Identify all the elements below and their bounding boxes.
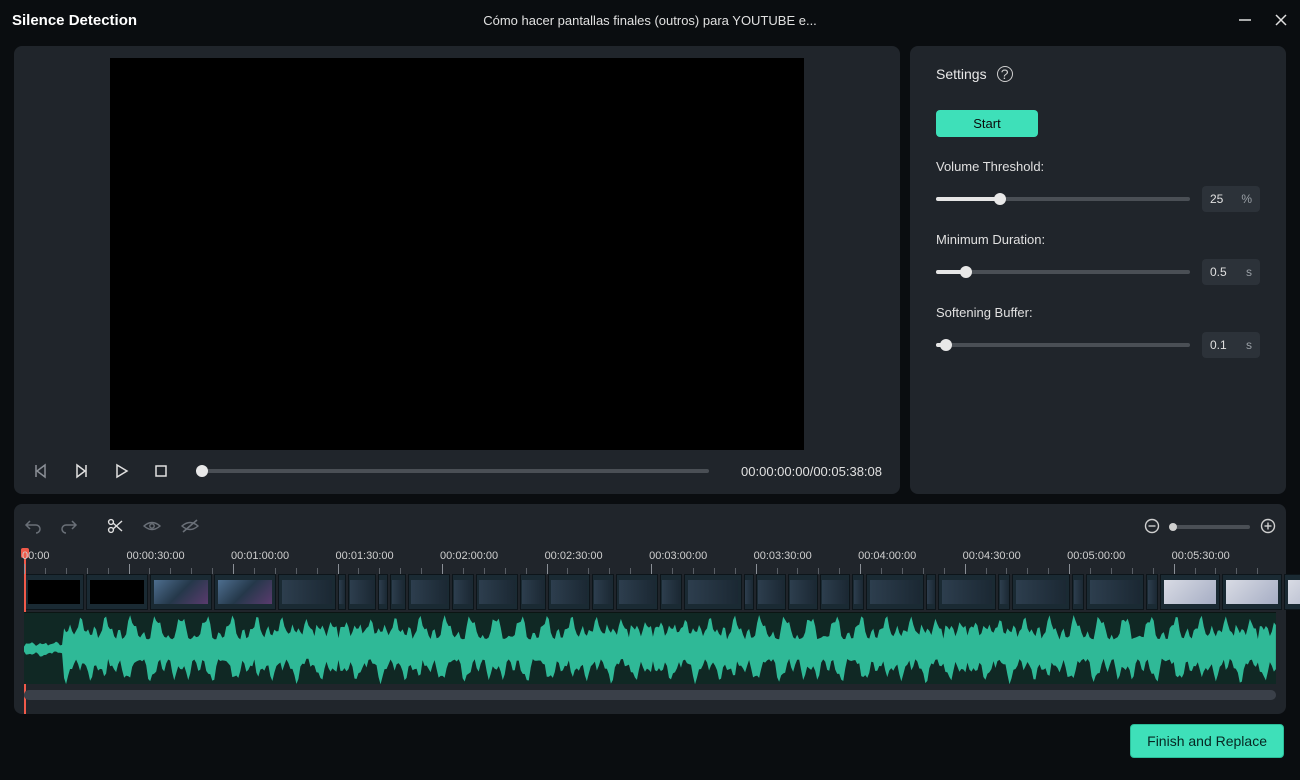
clip[interactable] xyxy=(408,574,450,610)
zoom-out-icon[interactable] xyxy=(1144,518,1160,537)
ruler-label: 00:00:30:00 xyxy=(127,550,185,562)
ruler-label: 00:05:00:00 xyxy=(1067,550,1125,562)
ruler-label: 00:00 xyxy=(22,550,50,562)
minimize-icon[interactable] xyxy=(1238,13,1252,27)
clip[interactable] xyxy=(938,574,996,610)
step-forward-icon[interactable] xyxy=(72,462,90,480)
settings-header: Settings xyxy=(936,66,987,82)
volume-threshold-value[interactable]: 25% xyxy=(1202,186,1260,212)
start-button[interactable]: Start xyxy=(936,110,1038,137)
zoom-slider[interactable] xyxy=(1170,525,1250,529)
clip[interactable] xyxy=(788,574,818,610)
timeline-scrollbar[interactable] xyxy=(24,690,1276,700)
clip[interactable] xyxy=(520,574,546,610)
clip[interactable] xyxy=(1160,574,1220,610)
clip[interactable] xyxy=(852,574,864,610)
scissors-icon[interactable] xyxy=(106,517,124,538)
step-back-icon[interactable] xyxy=(32,462,50,480)
timecode-display: 00:00:00:00/00:05:38:08 xyxy=(741,464,882,479)
clip[interactable] xyxy=(476,574,518,610)
clip[interactable] xyxy=(592,574,614,610)
min-duration-value[interactable]: 0.5s xyxy=(1202,259,1260,285)
clip[interactable] xyxy=(1222,574,1282,610)
video-preview[interactable] xyxy=(110,58,804,450)
min-duration-label: Minimum Duration: xyxy=(936,232,1260,247)
stop-icon[interactable] xyxy=(152,462,170,480)
ruler-label: 00:04:30:00 xyxy=(963,550,1021,562)
titlebar: Silence Detection Cómo hacer pantallas f… xyxy=(0,0,1300,40)
ruler-label: 00:01:00:00 xyxy=(231,550,289,562)
app-title: Silence Detection xyxy=(12,12,137,29)
ruler-label: 00:02:30:00 xyxy=(545,550,603,562)
seek-slider[interactable] xyxy=(202,469,709,473)
undo-icon[interactable] xyxy=(24,518,42,537)
finish-replace-button[interactable]: Finish and Replace xyxy=(1130,724,1284,758)
time-ruler[interactable]: 00:00 00:00:30:00 00:01:00:00 00:01:30:00 00… xyxy=(24,550,1276,574)
softening-buffer-value[interactable]: 0.1s xyxy=(1202,332,1260,358)
doc-title: Cómo hacer pantallas finales (outros) pa… xyxy=(483,13,817,28)
volume-threshold-label: Volume Threshold: xyxy=(936,159,1260,174)
close-icon[interactable] xyxy=(1274,13,1288,27)
ruler-label: 00:05:30:00 xyxy=(1172,550,1230,562)
clip[interactable] xyxy=(214,574,276,610)
video-track[interactable] xyxy=(24,574,1276,610)
clip[interactable] xyxy=(338,574,346,610)
play-controls: 00:00:00:00/00:05:38:08 xyxy=(28,462,886,480)
clip[interactable] xyxy=(744,574,754,610)
timeline-panel: 00:00 00:00:30:00 00:01:00:00 00:01:30:00 00… xyxy=(14,504,1286,714)
ruler-label: 00:01:30:00 xyxy=(336,550,394,562)
clip[interactable] xyxy=(348,574,376,610)
clip[interactable] xyxy=(278,574,336,610)
clip[interactable] xyxy=(1012,574,1070,610)
clip[interactable] xyxy=(390,574,406,610)
clip[interactable] xyxy=(926,574,936,610)
ruler-label: 00:04:00:00 xyxy=(858,550,916,562)
audio-track[interactable] xyxy=(24,612,1276,684)
volume-threshold-slider[interactable] xyxy=(936,197,1190,201)
ruler-label: 00:03:30:00 xyxy=(754,550,812,562)
clip[interactable] xyxy=(866,574,924,610)
clip[interactable] xyxy=(684,574,742,610)
redo-icon[interactable] xyxy=(60,518,78,537)
softening-buffer-slider[interactable] xyxy=(936,343,1190,347)
clip[interactable] xyxy=(452,574,474,610)
eye-off-icon[interactable] xyxy=(180,518,200,537)
clip[interactable] xyxy=(998,574,1010,610)
clip[interactable] xyxy=(660,574,682,610)
min-duration-slider[interactable] xyxy=(936,270,1190,274)
clip[interactable] xyxy=(1072,574,1084,610)
clip[interactable] xyxy=(86,574,148,610)
clip[interactable] xyxy=(1284,574,1300,610)
clip[interactable] xyxy=(1146,574,1158,610)
softening-buffer-label: Softening Buffer: xyxy=(936,305,1260,320)
clip[interactable] xyxy=(756,574,786,610)
clip[interactable] xyxy=(378,574,388,610)
clip[interactable] xyxy=(616,574,658,610)
preview-panel: 00:00:00:00/00:05:38:08 xyxy=(14,46,900,494)
ruler-label: 00:03:00:00 xyxy=(649,550,707,562)
clip[interactable] xyxy=(1086,574,1144,610)
settings-panel: Settings ? Start Volume Threshold: 25% M… xyxy=(910,46,1286,494)
zoom-in-icon[interactable] xyxy=(1260,518,1276,537)
clip[interactable] xyxy=(24,574,84,610)
play-icon[interactable] xyxy=(112,462,130,480)
clip[interactable] xyxy=(150,574,212,610)
eye-icon[interactable] xyxy=(142,518,162,537)
clip[interactable] xyxy=(820,574,850,610)
clip[interactable] xyxy=(548,574,590,610)
help-icon[interactable]: ? xyxy=(997,66,1013,82)
ruler-label: 00:02:00:00 xyxy=(440,550,498,562)
